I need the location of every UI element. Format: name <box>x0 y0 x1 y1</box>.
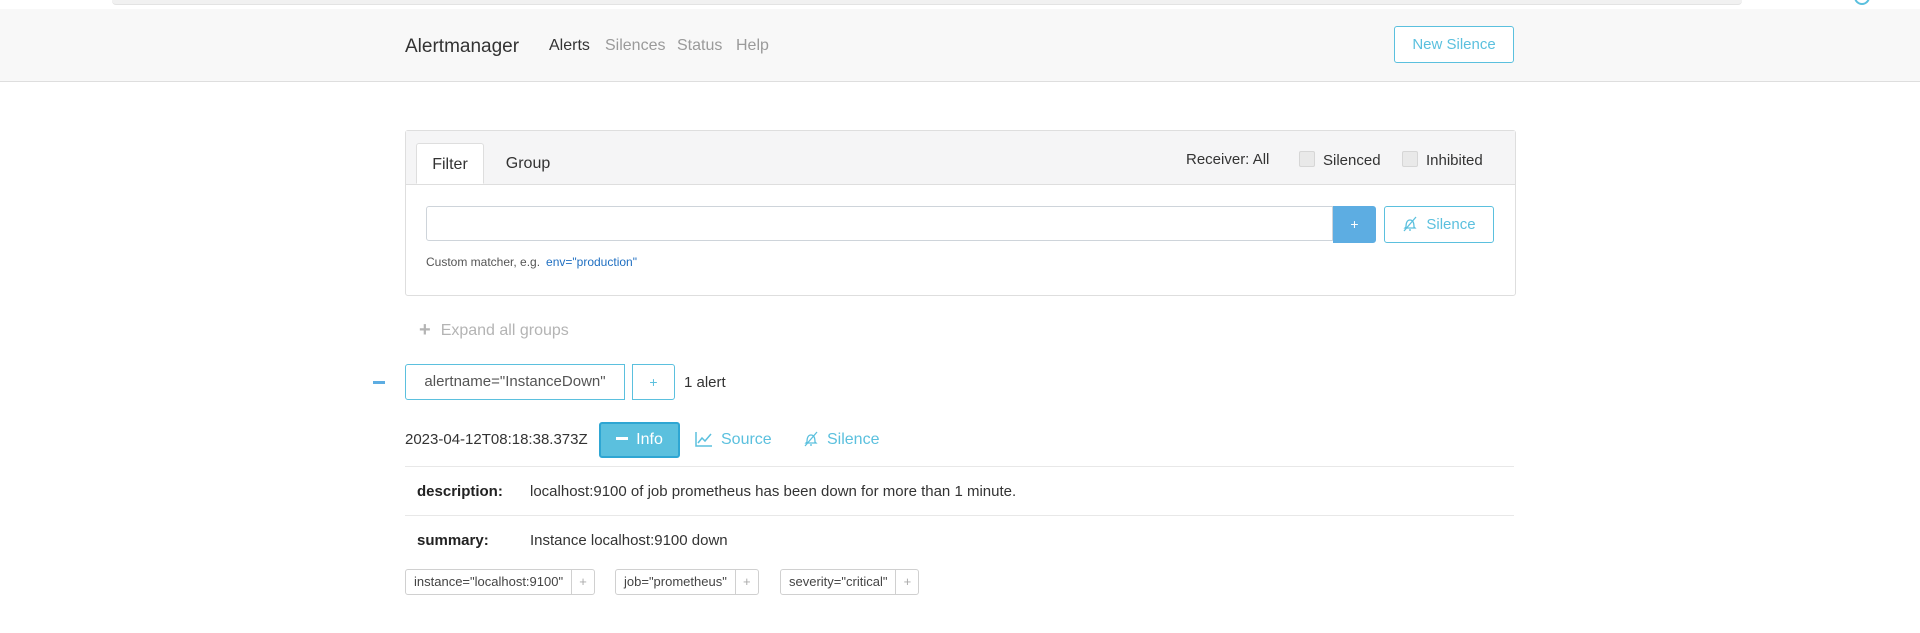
inhibited-label: Inhibited <box>1426 152 1483 169</box>
nav-status[interactable]: Status <box>677 37 722 55</box>
nav-silences[interactable]: Silences <box>605 37 665 55</box>
annotation-value-summary: Instance localhost:9100 down <box>530 532 728 549</box>
divider <box>405 466 1514 467</box>
bell-slash-icon <box>804 431 818 447</box>
corner-indicator <box>1854 0 1870 5</box>
label-chip-job[interactable]: job="prometheus" + <box>615 569 759 595</box>
chart-line-icon <box>695 432 712 447</box>
expand-all-label: Expand all groups <box>440 322 569 339</box>
label-chip-text[interactable]: severity="critical" <box>781 570 895 594</box>
alert-silence-label: Silence <box>827 431 880 448</box>
checkbox-box[interactable] <box>1299 151 1315 167</box>
info-label: Info <box>636 431 663 448</box>
source-label: Source <box>721 431 772 448</box>
bell-slash-icon <box>1403 216 1417 232</box>
group-add-filter-button[interactable]: + <box>632 364 675 400</box>
silenced-checkbox[interactable]: Silenced <box>1299 151 1381 169</box>
minus-icon <box>616 437 629 440</box>
divider <box>405 515 1514 516</box>
plus-icon: + <box>419 319 431 341</box>
browser-top-strip <box>112 0 1742 5</box>
info-toggle-button[interactable]: Info <box>599 422 680 458</box>
receiver-selector[interactable]: Receiver: All <box>1186 151 1269 168</box>
hint-example-link[interactable]: env="production" <box>546 255 637 269</box>
inhibited-checkbox[interactable]: Inhibited <box>1402 151 1483 169</box>
collapse-group-icon[interactable] <box>373 381 385 384</box>
label-chip-text[interactable]: instance="localhost:9100" <box>406 570 571 594</box>
annotation-key-summary: summary: <box>417 532 489 549</box>
label-chip-add-button[interactable]: + <box>895 570 918 594</box>
label-chip-text[interactable]: job="prometheus" <box>616 570 735 594</box>
annotation-value-description: localhost:9100 of job prometheus has bee… <box>530 483 1017 500</box>
new-silence-button[interactable]: New Silence <box>1394 26 1514 63</box>
silence-filter-button[interactable]: Silence <box>1384 206 1494 243</box>
hint-text: Custom matcher, e.g. <box>426 255 541 269</box>
brand-title[interactable]: Alertmanager <box>405 36 519 58</box>
silenced-label: Silenced <box>1323 152 1381 169</box>
group-label[interactable]: alertname="InstanceDown" <box>405 364 625 400</box>
expand-all-groups-button[interactable]: + Expand all groups <box>419 319 569 342</box>
filter-input[interactable] <box>426 206 1333 241</box>
alert-timestamp: 2023-04-12T08:18:38.373Z <box>405 431 588 448</box>
label-chip-add-button[interactable]: + <box>571 570 594 594</box>
alert-silence-button[interactable]: Silence <box>803 431 879 449</box>
source-button[interactable]: Source <box>695 431 772 449</box>
silence-filter-label: Silence <box>1426 216 1476 233</box>
nav-help[interactable]: Help <box>736 37 769 55</box>
label-chip-add-button[interactable]: + <box>734 570 758 594</box>
tab-filter[interactable]: Filter <box>416 143 484 184</box>
filter-panel: Filter Group Receiver: All Silenced Inhi… <box>405 130 1516 296</box>
tab-group[interactable]: Group <box>490 143 566 184</box>
label-chip-severity[interactable]: severity="critical" + <box>780 569 920 595</box>
label-chip-instance[interactable]: instance="localhost:9100" + <box>405 569 596 595</box>
matcher-hint: Custom matcher, e.g. env="production" <box>426 255 637 269</box>
add-matcher-button[interactable]: + <box>1333 206 1376 243</box>
annotation-key-description: description: <box>417 483 503 500</box>
nav-alerts[interactable]: Alerts <box>549 37 590 55</box>
filter-panel-header: Filter Group Receiver: All Silenced Inhi… <box>406 131 1515 185</box>
alert-count: 1 alert <box>684 374 726 391</box>
navbar: Alertmanager Alerts Silences Status Help… <box>0 9 1920 82</box>
checkbox-box[interactable] <box>1402 151 1418 167</box>
